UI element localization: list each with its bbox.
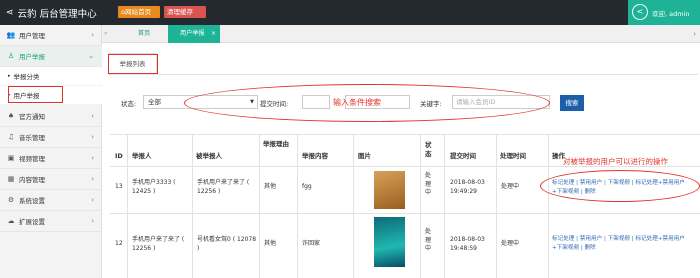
tab-bar: 首页 用户举报 × › bbox=[102, 25, 700, 43]
gear-icon: ⚙ bbox=[7, 196, 15, 204]
sidebar-item-extensions[interactable]: ☁ 扩展设置 › bbox=[0, 211, 102, 232]
cell-content: 诈回家 bbox=[302, 240, 321, 247]
sidebar-item-music[interactable]: ♫ 音乐管理 › bbox=[0, 127, 102, 148]
tab-user-report[interactable]: 用户举报 × bbox=[168, 25, 220, 43]
divider bbox=[444, 134, 445, 278]
sidebar-sub-report-category[interactable]: ▸ 举报分类 bbox=[0, 67, 102, 85]
cell-submit-time: 2018-08-03 19:49:29 bbox=[450, 179, 485, 195]
bell-icon: ♠ bbox=[7, 112, 15, 120]
col-status: 状态 bbox=[425, 141, 432, 158]
chevron-right-icon: › bbox=[91, 175, 94, 183]
col-handle-time: 处理时间 bbox=[500, 152, 526, 160]
divider bbox=[353, 134, 354, 278]
chevron-right-icon: › bbox=[91, 133, 94, 141]
cell-content: fgg bbox=[302, 183, 312, 190]
chevron-left-icon[interactable]: « bbox=[104, 30, 108, 37]
col-image: 图片 bbox=[358, 152, 371, 160]
chevron-right-icon: › bbox=[91, 196, 94, 204]
report-image-thumbnail[interactable] bbox=[374, 217, 405, 267]
divider bbox=[110, 213, 700, 214]
clear-cache-button[interactable]: 清理缓存 bbox=[164, 6, 206, 18]
row-actions[interactable]: 标记处理 | 禁用用户 | 下架视频 | 标记处理+禁用用户+下架视频 | 删除 bbox=[552, 235, 694, 252]
cell-reporter[interactable]: 手机用户来了来了 ( 12256 ) bbox=[132, 236, 190, 253]
chevron-right-icon: › bbox=[91, 217, 94, 225]
divider bbox=[496, 134, 497, 278]
share-icon: < bbox=[632, 4, 648, 20]
divider bbox=[420, 134, 421, 278]
brand: ⋖ 云豹 后台管理中心 bbox=[6, 6, 97, 20]
chevron-down-icon: ⌄ bbox=[88, 52, 94, 60]
divider bbox=[110, 166, 700, 167]
bullet-icon: ▸ bbox=[8, 73, 11, 79]
cell-status: 处理中 bbox=[425, 228, 432, 252]
cell-status: 处理中 bbox=[425, 172, 432, 196]
chevron-right-icon: › bbox=[91, 112, 94, 120]
share-logo-icon: ⋖ bbox=[6, 8, 14, 18]
annotation-ellipse-actions bbox=[540, 170, 700, 202]
cloud-icon: ☁ bbox=[7, 217, 15, 225]
annotation-box-user-report bbox=[8, 86, 63, 103]
annotation-box-report-list bbox=[108, 54, 158, 74]
cell-reported[interactable]: 号机看女驾0 ( 12078 ) bbox=[197, 236, 257, 253]
divider bbox=[127, 134, 128, 278]
sidebar-item-notice[interactable]: ♠ 官方通知 › bbox=[0, 106, 102, 127]
divider bbox=[259, 134, 260, 278]
chevron-right-icon: › bbox=[91, 154, 94, 162]
cell-reporter[interactable]: 手机用户3333 ( 12425 ) bbox=[132, 179, 190, 196]
sidebar-item-user-report[interactable]: ♙ 用户举报 ⌄ bbox=[0, 46, 102, 67]
users-icon: 👥 bbox=[6, 31, 16, 39]
cell-handle-time: 处理中 bbox=[501, 240, 520, 247]
divider bbox=[192, 134, 193, 278]
chevron-right-icon[interactable]: › bbox=[693, 25, 696, 43]
status-label: 状态: bbox=[121, 100, 137, 108]
annotation-ellipse-filter bbox=[184, 84, 550, 122]
cell-reason: 其他 bbox=[264, 240, 277, 247]
cell-submit-time: 2018-08-03 19:48:59 bbox=[450, 236, 485, 252]
cell-handle-time: 处理中 bbox=[501, 183, 520, 190]
sidebar-item-content[interactable]: ▦ 内容管理 › bbox=[0, 169, 102, 190]
brand-title: 云豹 后台管理中心 bbox=[17, 9, 97, 20]
col-content: 举报内容 bbox=[302, 152, 328, 160]
top-bar: ⋖ 云豹 后台管理中心 ⌂网站首页 清理缓存 < 欢迎, admin bbox=[0, 0, 700, 25]
col-submit-time: 提交时间 bbox=[450, 152, 476, 160]
report-user-icon: ♙ bbox=[7, 52, 15, 60]
col-reporter: 举报人 bbox=[132, 152, 152, 160]
search-button[interactable]: 搜索 bbox=[560, 95, 584, 111]
close-icon[interactable]: × bbox=[211, 25, 216, 43]
divider bbox=[548, 134, 549, 278]
divider bbox=[108, 74, 698, 75]
cell-reported[interactable]: 手机用户来了来了 ( 12256 ) bbox=[197, 179, 257, 196]
col-reported: 被举报人 bbox=[196, 152, 222, 160]
video-icon: ▣ bbox=[7, 154, 15, 162]
website-home-button[interactable]: ⌂网站首页 bbox=[118, 6, 160, 18]
col-id: ID bbox=[115, 152, 123, 160]
chevron-right-icon: › bbox=[91, 31, 94, 39]
report-image-thumbnail[interactable] bbox=[374, 171, 405, 209]
tab-home[interactable]: 首页 bbox=[124, 25, 164, 43]
sidebar-item-video[interactable]: ▣ 视频管理 › bbox=[0, 148, 102, 169]
divider bbox=[110, 134, 700, 135]
user-box[interactable]: < 欢迎, admin bbox=[628, 0, 700, 25]
cell-id: 13 bbox=[115, 183, 123, 190]
music-icon: ♫ bbox=[7, 133, 15, 141]
cell-id: 12 bbox=[115, 240, 123, 247]
col-reason: 举报理由 bbox=[263, 140, 289, 148]
welcome-text: 欢迎, admin bbox=[652, 10, 690, 18]
cell-reason: 其他 bbox=[264, 183, 277, 190]
grid-icon: ▦ bbox=[7, 175, 15, 183]
sidebar-item-system-settings[interactable]: ⚙ 系统设置 › bbox=[0, 190, 102, 211]
sidebar-item-user-management[interactable]: 👥 用户管理 › bbox=[0, 25, 102, 46]
divider bbox=[297, 134, 298, 278]
